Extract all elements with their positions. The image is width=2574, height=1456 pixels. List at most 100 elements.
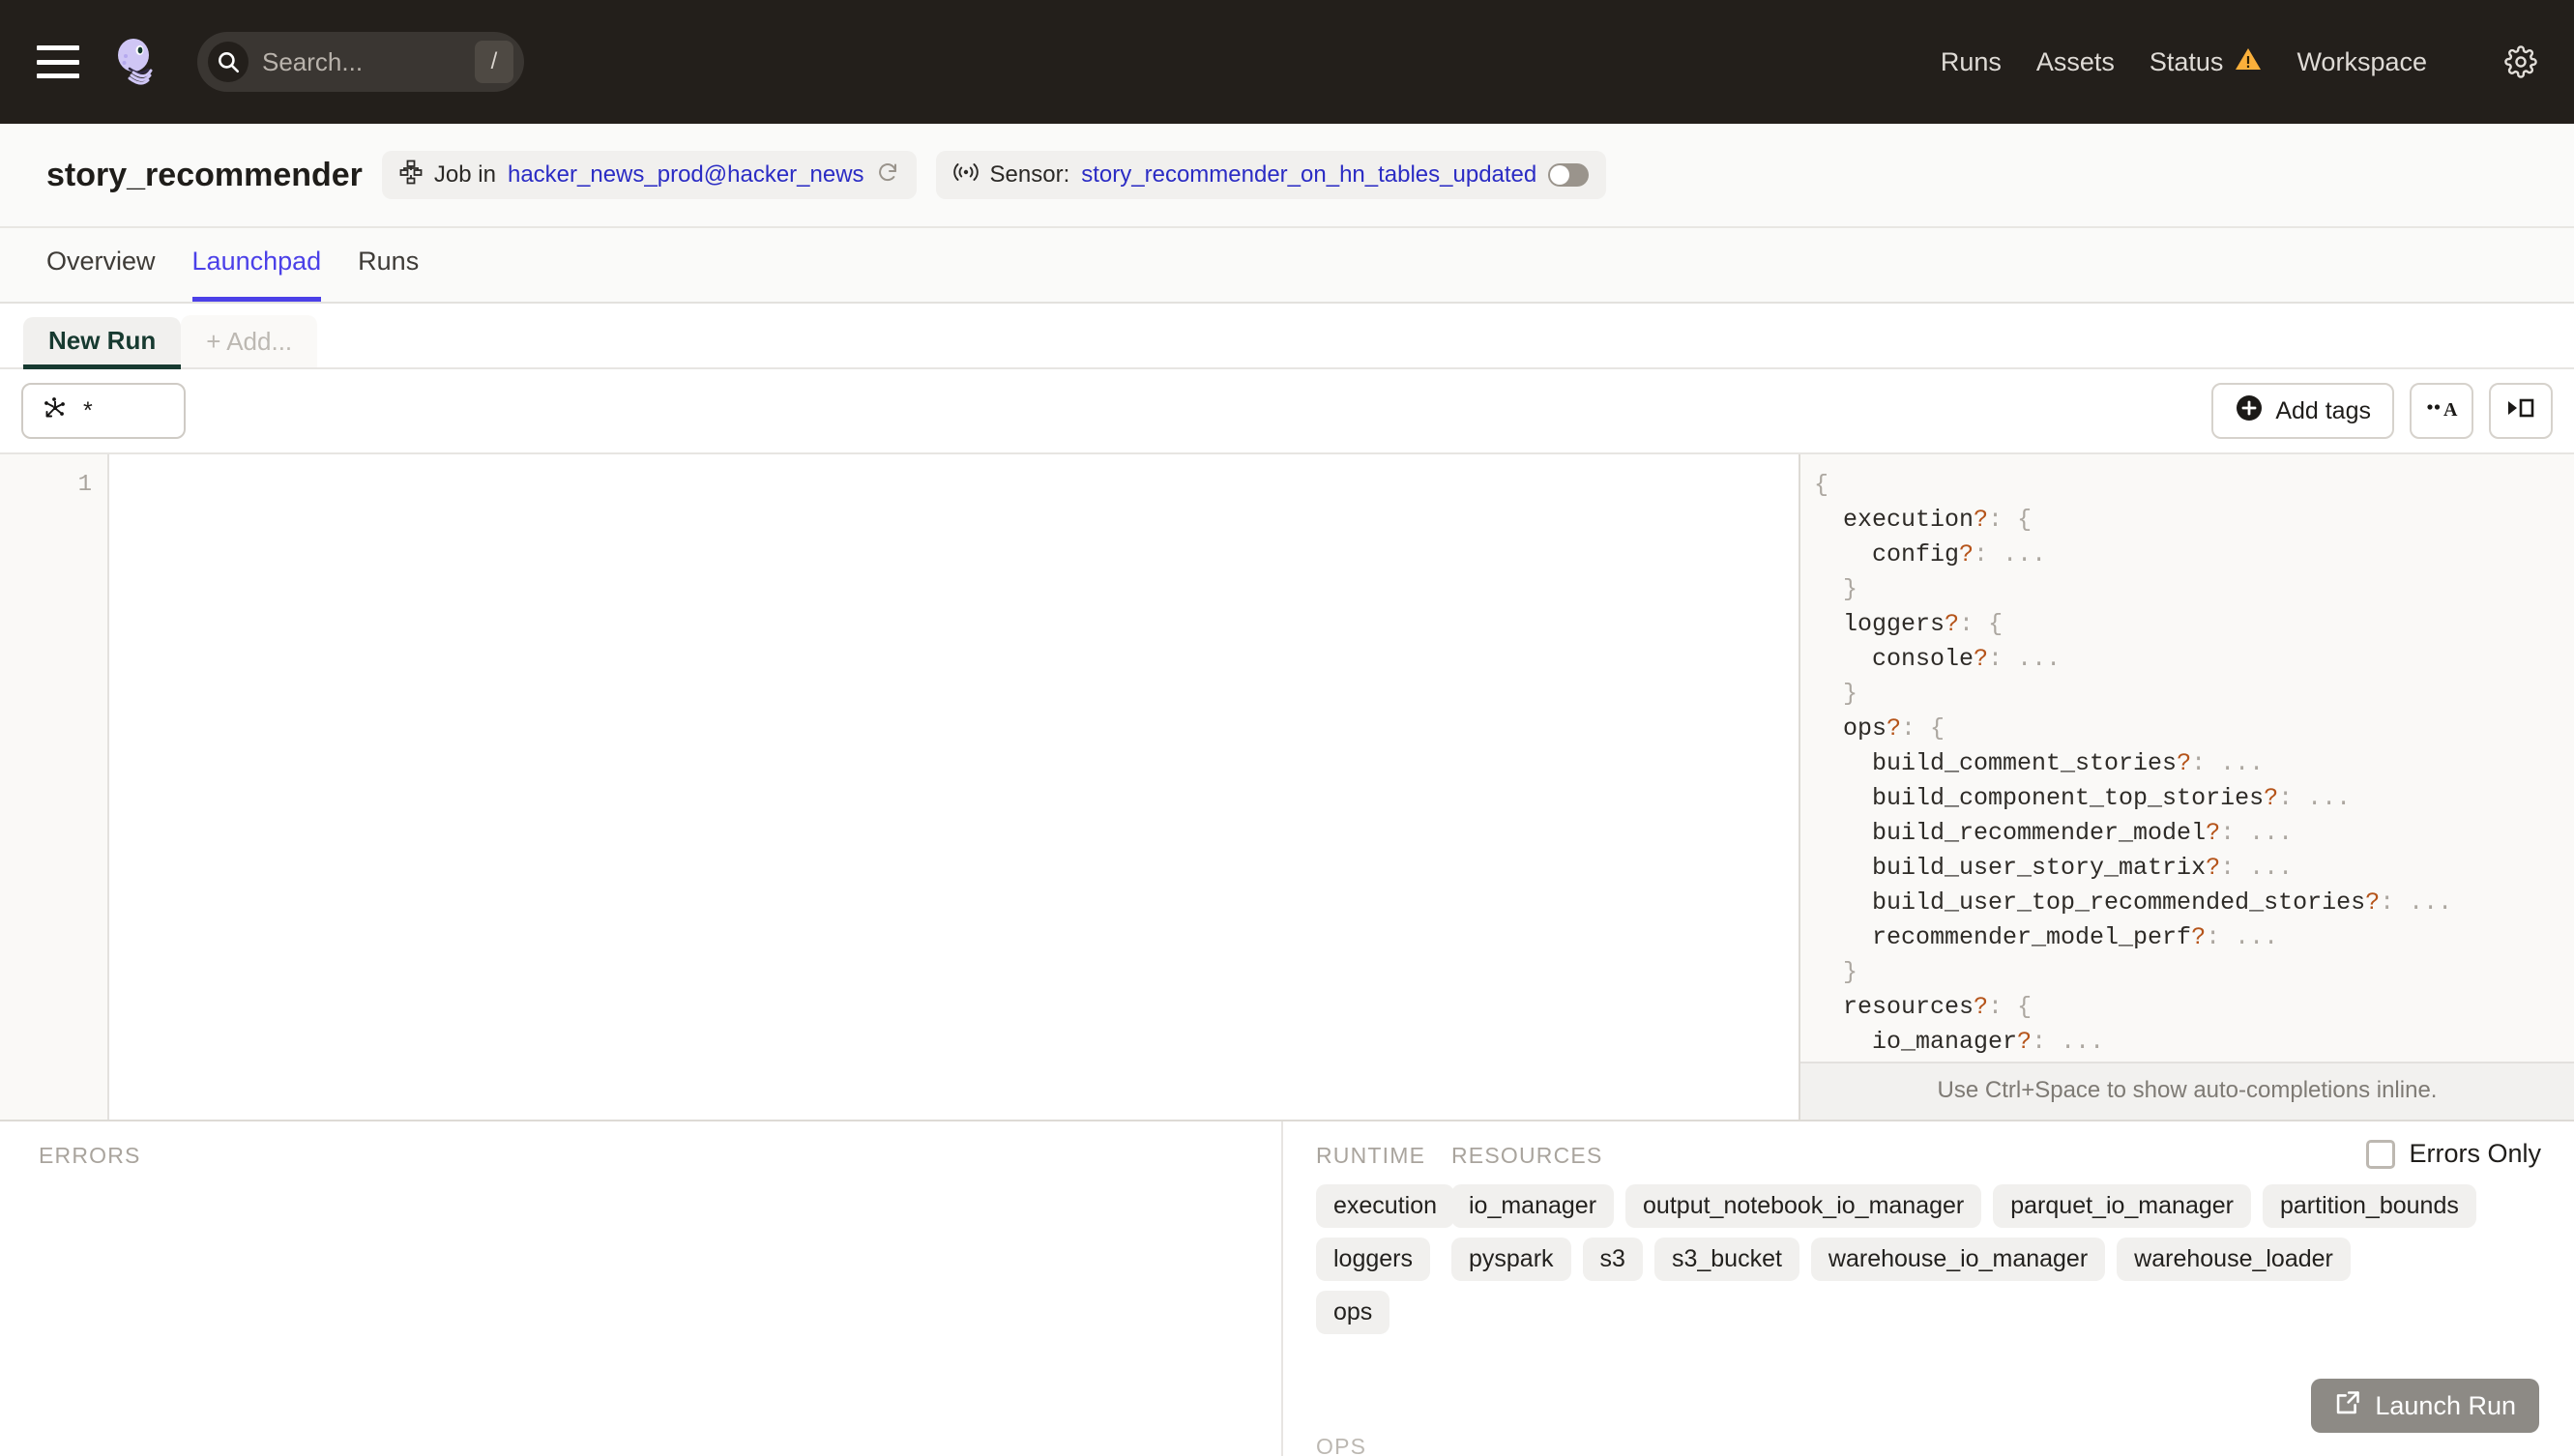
- nav-link-label: Assets: [2036, 47, 2115, 77]
- search-shortcut-badge: /: [475, 41, 513, 83]
- completion-line: loggers?: {: [1814, 607, 2574, 642]
- runtime-column: RUNTIME execution loggers ops OPS: [1316, 1143, 1451, 1334]
- job-info-pill: Job in hacker_news_prod@hacker_news: [382, 151, 917, 199]
- warning-triangle-icon: [2235, 46, 2262, 78]
- runtime-chip-ops[interactable]: ops: [1316, 1291, 1389, 1334]
- errors-section-label: ERRORS: [39, 1143, 1243, 1169]
- completion-line: config?: ...: [1814, 538, 2574, 572]
- nav-link-label: Workspace: [2296, 47, 2427, 77]
- chip-row: execution: [1316, 1184, 1451, 1228]
- resource-chip-pyspark[interactable]: pyspark: [1451, 1238, 1571, 1281]
- op-selector-value: *: [83, 397, 93, 425]
- job-prefix-label: Job in: [434, 161, 496, 189]
- config-completion-panel: { execution?: { config?: ... } loggers?:…: [1800, 454, 2574, 1120]
- completion-line: build_component_top_stories?: ...: [1814, 781, 2574, 816]
- session-tab-label: + Add...: [206, 327, 292, 357]
- plus-circle-icon: [2235, 393, 2264, 429]
- errors-only-checkbox[interactable]: Errors Only: [2366, 1139, 2541, 1169]
- search-input[interactable]: Search... /: [197, 32, 524, 92]
- editor-line-number-gutter: 1: [0, 454, 109, 1120]
- launch-run-label: Launch Run: [2375, 1391, 2516, 1421]
- tab-label: Launchpad: [192, 247, 322, 277]
- completion-line: }: [1814, 955, 2574, 990]
- add-tags-button[interactable]: Add tags: [2211, 383, 2394, 439]
- config-scaffold-pane: RUNTIME execution loggers ops OPS RESOUR…: [1283, 1121, 2574, 1456]
- tab-runs[interactable]: Runs: [358, 228, 419, 302]
- checkbox-box[interactable]: [2366, 1140, 2395, 1169]
- completion-line: build_recommender_model?: ...: [1814, 816, 2574, 851]
- top-navigation-bar: Search... / Runs Assets Status Workspace: [0, 0, 2574, 124]
- sensor-antenna-icon: [953, 161, 979, 189]
- nav-link-label: Runs: [1941, 47, 2002, 77]
- refresh-icon[interactable]: [876, 160, 899, 190]
- completion-line: resources?: {: [1814, 990, 2574, 1025]
- job-graph-icon: [399, 160, 423, 191]
- line-number: 1: [0, 472, 92, 498]
- config-scaffold-grid: RUNTIME execution loggers ops OPS RESOUR…: [1316, 1143, 2541, 1334]
- runtime-chip-loggers[interactable]: loggers: [1316, 1238, 1430, 1281]
- resource-chip-warehouse-io-manager[interactable]: warehouse_io_manager: [1811, 1238, 2105, 1281]
- page-header: story_recommender Job in hacker_news_pro…: [0, 124, 2574, 228]
- completion-line: ops?: {: [1814, 712, 2574, 746]
- resources-column: RESOURCES io_manager output_notebook_io_…: [1451, 1143, 2541, 1334]
- completion-hint-text: Use Ctrl+Space to show auto-completions …: [1800, 1062, 2574, 1120]
- completion-line: io_manager?: ...: [1814, 1025, 2574, 1060]
- session-tab-add[interactable]: + Add...: [181, 315, 317, 367]
- chip-row: ops: [1316, 1291, 1451, 1334]
- config-schema-preview[interactable]: { execution?: { config?: ... } loggers?:…: [1800, 454, 2574, 1062]
- gear-icon[interactable]: [2504, 45, 2537, 78]
- hamburger-bar: [37, 45, 79, 50]
- launch-run-button[interactable]: Launch Run: [2311, 1379, 2539, 1433]
- job-link[interactable]: hacker_news_prod@hacker_news: [508, 161, 864, 189]
- tab-launchpad[interactable]: Launchpad: [192, 228, 322, 302]
- session-tab-new-run[interactable]: New Run: [23, 317, 181, 369]
- hamburger-bar: [37, 73, 79, 78]
- completion-line: build_comment_stories?: ...: [1814, 746, 2574, 781]
- resource-chip-parquet-io-manager[interactable]: parquet_io_manager: [1993, 1184, 2251, 1228]
- sensor-toggle[interactable]: [1548, 163, 1589, 187]
- expand-panel-button[interactable]: [2489, 383, 2553, 439]
- op-graph-selector-icon: [41, 394, 70, 428]
- resource-chip-output-notebook-io-manager[interactable]: output_notebook_io_manager: [1625, 1184, 1981, 1228]
- expand-panel-icon: [2504, 395, 2537, 427]
- nav-link-status[interactable]: Status: [2150, 46, 2263, 78]
- sensor-info-pill: Sensor: story_recommender_on_hn_tables_u…: [936, 151, 1607, 199]
- nav-link-runs[interactable]: Runs: [1941, 47, 2002, 77]
- completion-line: build_user_story_matrix?: ...: [1814, 851, 2574, 886]
- dagster-logo-icon[interactable]: [108, 32, 168, 92]
- runtime-chip-list: execution loggers ops: [1316, 1184, 1451, 1334]
- search-placeholder: Search...: [262, 47, 475, 77]
- resource-chip-partition-bounds[interactable]: partition_bounds: [2263, 1184, 2476, 1228]
- text-size-icon: A: [2425, 395, 2458, 427]
- nav-links: Runs Assets Status Workspace: [1941, 45, 2537, 78]
- page-tabs: Overview Launchpad Runs: [0, 228, 2574, 304]
- resource-chip-io-manager[interactable]: io_manager: [1451, 1184, 1614, 1228]
- sensor-link[interactable]: story_recommender_on_hn_tables_updated: [1081, 161, 1536, 189]
- launchpad-bottom-panel: ERRORS RUNTIME execution loggers ops OPS: [0, 1121, 2574, 1456]
- nav-link-assets[interactable]: Assets: [2036, 47, 2115, 77]
- hamburger-icon[interactable]: [37, 45, 79, 78]
- nav-link-label: Status: [2150, 47, 2224, 77]
- op-selector-input[interactable]: *: [21, 383, 186, 439]
- resource-chip-warehouse-loader[interactable]: warehouse_loader: [2117, 1238, 2351, 1281]
- text-size-button[interactable]: A: [2410, 383, 2473, 439]
- completion-line: recommender_model_perf?: ...: [1814, 920, 2574, 955]
- tab-label: Runs: [358, 247, 419, 277]
- completion-line: build_user_top_recommended_stories?: ...: [1814, 886, 2574, 920]
- resource-chip-s3[interactable]: s3: [1583, 1238, 1643, 1281]
- errors-pane: ERRORS: [0, 1121, 1283, 1456]
- ops-section-label: OPS: [1316, 1434, 1366, 1456]
- tab-overview[interactable]: Overview: [46, 228, 156, 302]
- resource-chip-s3-bucket[interactable]: s3_bucket: [1654, 1238, 1799, 1281]
- completion-line: console?: ...: [1814, 642, 2574, 677]
- config-yaml-editor[interactable]: [109, 454, 1800, 1120]
- session-tabs: New Run + Add...: [0, 304, 2574, 369]
- completion-line: {: [1814, 468, 2574, 503]
- nav-link-workspace[interactable]: Workspace: [2296, 47, 2427, 77]
- sensor-prefix-label: Sensor:: [990, 161, 1070, 189]
- config-editor-area: 1 { execution?: { config?: ... } loggers…: [0, 454, 2574, 1121]
- tab-label: Overview: [46, 247, 156, 277]
- hamburger-bar: [37, 60, 79, 65]
- runtime-chip-execution[interactable]: execution: [1316, 1184, 1454, 1228]
- svg-text:A: A: [2443, 399, 2458, 421]
